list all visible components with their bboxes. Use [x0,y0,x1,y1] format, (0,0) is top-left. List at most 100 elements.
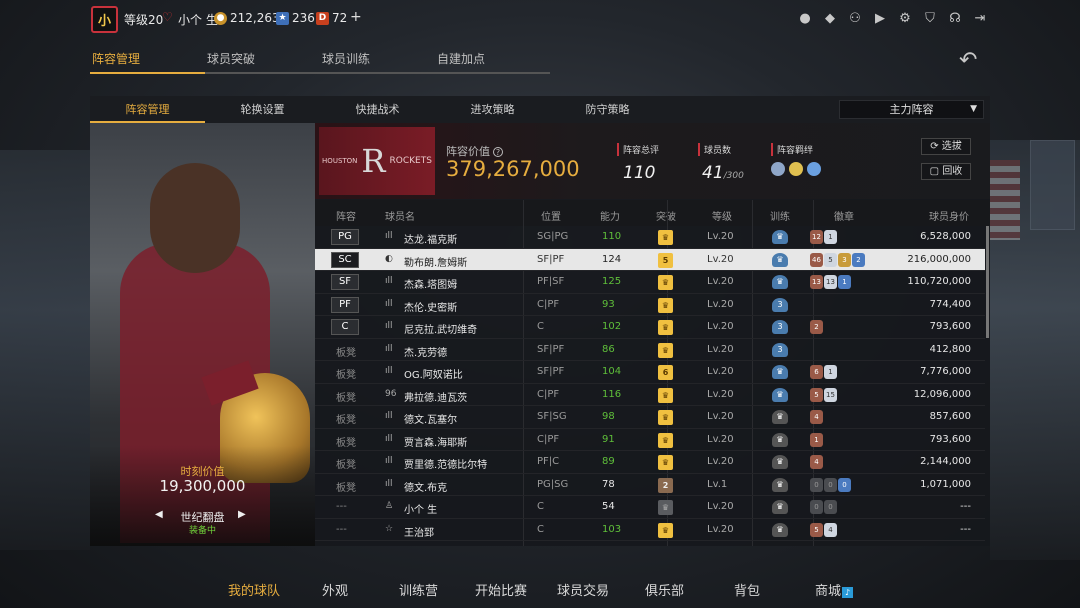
roster-rows: PG ıll 达龙.福克斯 SG|PG 110 ♛ Lv.20 ♛ 12 1 6,528,000 SC… [315,226,990,541]
player-name: 弗拉德.迪瓦茨 [404,392,468,404]
badge-count: 0 [810,477,823,492]
table-row[interactable]: 板凳 ıll 杰.克劳德 SF|PF 86 ♛ Lv.20 3 412,800 [315,339,985,361]
player-ability: 116 [602,388,622,400]
col-training[interactable]: 训练 [770,208,790,223]
subtab-offense-strategy[interactable]: 进攻策略 [435,96,550,123]
col-name[interactable]: 球员名 [385,208,415,223]
bond-label: 阵容羁绊 [771,143,821,156]
player-level: Lv.20 [707,343,734,355]
subtab-rotation[interactable]: 轮换设置 [205,96,320,123]
rockets-r-icon: R [361,142,386,180]
table-row[interactable]: Cıll 尼克拉.武切维奇 C 102 ♛ Lv.20 3 2 793,600 [315,316,985,339]
shield-icon[interactable]: ⛉ [922,10,938,26]
col-ability[interactable]: 能力 [600,208,620,223]
nav-backpack[interactable]: 背包 [734,580,760,599]
ticket-icon: D [316,11,329,25]
nav-my-team[interactable]: 我的球队 [228,580,280,599]
tab-player-training[interactable]: 球员训练 [320,50,435,74]
training-shield-icon: ♛ [772,410,788,424]
col-slot[interactable]: 阵容 [336,208,356,223]
breakthrough-crown-icon: 2 [658,477,673,493]
player-name: 王治郅 [404,527,434,539]
table-row[interactable]: --- ☆ 王治郅 C 103 ♛ Lv.20 ♛ 5 4 --- [315,519,985,541]
tab-player-breakthrough[interactable]: 球员突破 [205,50,320,74]
badge-count: 0 [838,477,851,492]
help-icon[interactable]: ? [493,147,503,157]
player-name: OG.阿奴诺比 [404,370,463,381]
position-slot-badge[interactable]: PF [331,296,359,313]
badge-count: 2 [810,320,823,334]
bench-label: 板凳 [336,415,356,426]
breakthrough-value: 2 [662,480,669,490]
back-arrow-icon[interactable]: ↶ [959,48,991,73]
nav-player-trade[interactable]: 球员交易 [557,580,609,599]
subtab-defense-strategy[interactable]: 防守策略 [550,96,665,123]
nav-appearance[interactable]: 外观 [322,580,348,599]
col-player-value[interactable]: 球员身价 [929,208,969,223]
player-moment-card[interactable]: 时刻价值 19,300,000 ◀ 世纪翻盘 ▶ 装备中 [90,123,315,546]
notification-bell-icon[interactable]: ◆ [822,10,838,26]
lineup-dropdown[interactable]: 主力阵容 ▼ [839,100,984,119]
tab-custom-points[interactable]: 自建加点 [435,50,550,74]
position-slot-badge[interactable]: SC [331,251,359,268]
profile-icon[interactable]: ● [797,10,813,26]
player-position: SF|PF [537,343,565,355]
table-row[interactable]: PF ıll 杰伦.史密斯 C|PF 93 ♛ Lv.20 3 774,400 [315,294,985,316]
table-row[interactable]: --- ♙ 小个 生 C 54 ♛ Lv.20 ♛ 0 0 --- [315,496,985,519]
table-row[interactable]: SC ◐ 勒布朗.詹姆斯 SF|PF 124 5 Lv.20 ♛ 46 5 3 2 216,000,00… [315,248,985,271]
player-level: Lv.20 [707,298,734,310]
player-value: 110,720,000 [907,276,971,287]
subtab-lineup[interactable]: 阵容管理 [90,96,205,123]
tab-lineup-management[interactable]: 阵容管理 [90,50,205,74]
team-logo-right-text: ROCKETS [389,156,432,166]
bond-stat[interactable]: 阵容羁绊 [771,143,821,176]
player-level: Lv.20 [707,501,734,512]
table-row[interactable]: 板凳 ıll OG.阿奴诺比 SF|PF 104 6 Lv.20 ♛ 6 1 7,776,000 [315,361,985,384]
player-stats-icon: ◐ [385,253,393,264]
video-play-icon[interactable]: ▶ [872,10,888,26]
col-position[interactable]: 位置 [541,208,561,223]
select-button[interactable]: ⟳ 选拔 [921,138,971,155]
table-row[interactable]: 板凳 ıll 贾里德.范德比尔特 PF|C 89 ♛ Lv.20 ♛ 4 2,144,000 [315,451,985,474]
recycle-icon: ▢ [929,166,943,177]
subtab-quick-tactics[interactable]: 快捷战术 [320,96,435,123]
table-row[interactable]: PG ıll 达龙.福克斯 SG|PG 110 ♛ Lv.20 ♛ 12 1 6,528,000 [315,226,985,249]
position-slot-badge[interactable]: C [331,319,359,335]
breakthrough-value: 5 [662,255,669,265]
player-stats-icon: ıll [385,478,393,489]
table-row[interactable]: 板凳 ıll 贾言森.海耶斯 C|PF 91 ♛ Lv.20 ♛ 1 793,600 [315,429,985,451]
table-row[interactable]: 板凳 ıll 德文.瓦塞尔 SF|SG 98 ♛ Lv.20 ♛ 4 857,600 [315,406,985,429]
player-position: C|PF [537,433,560,445]
position-slot-badge[interactable]: PG [331,229,359,245]
nav-club[interactable]: 俱乐部 [645,580,684,599]
support-headset-icon[interactable]: ☊ [947,10,963,26]
position-slot-badge[interactable]: SF [331,274,359,290]
table-row[interactable]: SF ıll 杰森.塔图姆 PF|SF 125 ♛ Lv.20 ♛ 13 13 1 110,720,0… [315,271,985,294]
player-stats-icon: ıll [385,321,393,331]
col-level[interactable]: 等级 [712,208,732,223]
recycle-button[interactable]: ▢ 回收 [921,163,971,180]
exit-icon[interactable]: ⇥ [972,10,988,26]
table-scrollbar[interactable] [986,226,989,338]
badge-count: 4 [810,455,823,469]
next-card-arrow-icon[interactable]: ▶ [238,509,246,520]
table-row[interactable]: 板凳 ıll 德文.布克 PG|SG 78 2 Lv.1 ♛ 0 0 0 1,071,000 [315,474,985,496]
settings-gear-icon[interactable]: ⚙ [897,10,913,26]
overall-stat: 阵容总评 110 [617,143,659,183]
friends-icon[interactable]: ⚇ [847,10,863,26]
player-ability: 89 [602,456,615,467]
breakthrough-crown-icon: ♛ [658,410,673,425]
add-currency-button[interactable]: + [350,9,362,25]
table-row[interactable]: 板凳 96 弗拉德.迪瓦茨 C|PF 116 ♛ Lv.20 ♛ 5 15 12,096,000 [315,384,985,406]
bench-label: 板凳 [336,370,356,381]
breakthrough-crown-icon: ♛ [658,320,673,335]
nav-start-game[interactable]: 开始比赛 [475,580,527,599]
nav-shop[interactable]: 商城 ♪ [815,580,854,599]
player-stats-icon: ıll [385,433,393,444]
player-ability: 110 [602,231,622,242]
player-position: SG|PG [537,231,569,242]
col-badges[interactable]: 徽章 [834,208,854,223]
avatar[interactable]: 小 [91,6,118,33]
nav-training-camp[interactable]: 训练营 [399,580,438,599]
col-breakthrough[interactable]: 突破 [656,208,676,223]
